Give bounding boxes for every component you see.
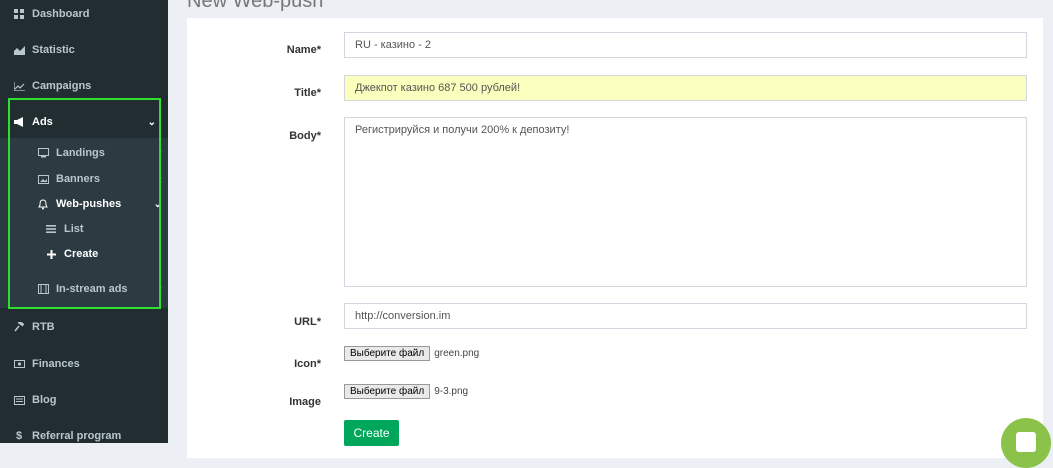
sidebar-item-dashboard[interactable]: Dashboard (0, 6, 168, 22)
sidebar-item-label: Dashboard (32, 8, 90, 20)
chat-widget-button[interactable] (1001, 418, 1051, 468)
image-file-name: 9-3.png (434, 386, 469, 397)
sidebar-item-label: Referral program (32, 430, 122, 442)
sidebar: Dashboard Statistic Campaigns Ads ⌄ Land… (0, 0, 168, 443)
sidebar-item-label: Statistic (32, 44, 75, 56)
body-label: Body* (289, 130, 321, 142)
name-label: Name* (286, 44, 321, 56)
grid-icon (12, 9, 26, 19)
url-label: URL* (294, 316, 321, 328)
icon-label: Icon* (294, 358, 321, 370)
gavel-icon (12, 322, 26, 332)
sidebar-item-campaigns[interactable]: Campaigns (0, 78, 168, 94)
area-chart-icon (12, 45, 26, 55)
title-label: Title* (294, 87, 321, 99)
sidebar-item-finances[interactable]: Finances (0, 356, 168, 372)
icon-file-name: green.png (434, 348, 480, 359)
page-title: New Web-push (187, 0, 324, 12)
body-textarea[interactable]: Регистрируйся и получи 200% к депозиту! (344, 117, 1027, 287)
line-chart-icon (12, 81, 26, 91)
sidebar-item-referral-program[interactable]: $ Referral program (0, 428, 168, 444)
title-field[interactable]: Джекпот казино 687 500 рублей! (344, 75, 1027, 101)
icon-file-input: Выберите файл green.png (344, 346, 479, 361)
name-field[interactable]: RU - казино - 2 (344, 32, 1027, 58)
sidebar-item-blog[interactable]: Blog (0, 392, 168, 408)
image-file-input: Выберите файл 9-3.png (344, 384, 468, 399)
sidebar-item-label: Campaigns (32, 80, 92, 92)
highlight-box (8, 98, 161, 309)
create-button[interactable]: Create (344, 420, 399, 446)
icon-choose-file-button[interactable]: Выберите файл (344, 346, 431, 361)
sidebar-item-label: Finances (32, 358, 80, 370)
money-icon (12, 360, 26, 368)
sidebar-item-rtb[interactable]: RTB (0, 319, 168, 335)
image-choose-file-button[interactable]: Выберите файл (344, 384, 431, 399)
dollar-icon: $ (15, 430, 23, 442)
chat-icon (1016, 432, 1036, 452)
sidebar-item-label: RTB (32, 321, 55, 333)
url-field[interactable]: http://conversion.im (344, 303, 1027, 329)
sidebar-item-label: Blog (32, 394, 57, 406)
image-label: Image (289, 396, 321, 408)
sidebar-item-statistic[interactable]: Statistic (0, 42, 168, 58)
newspaper-icon (12, 395, 26, 405)
